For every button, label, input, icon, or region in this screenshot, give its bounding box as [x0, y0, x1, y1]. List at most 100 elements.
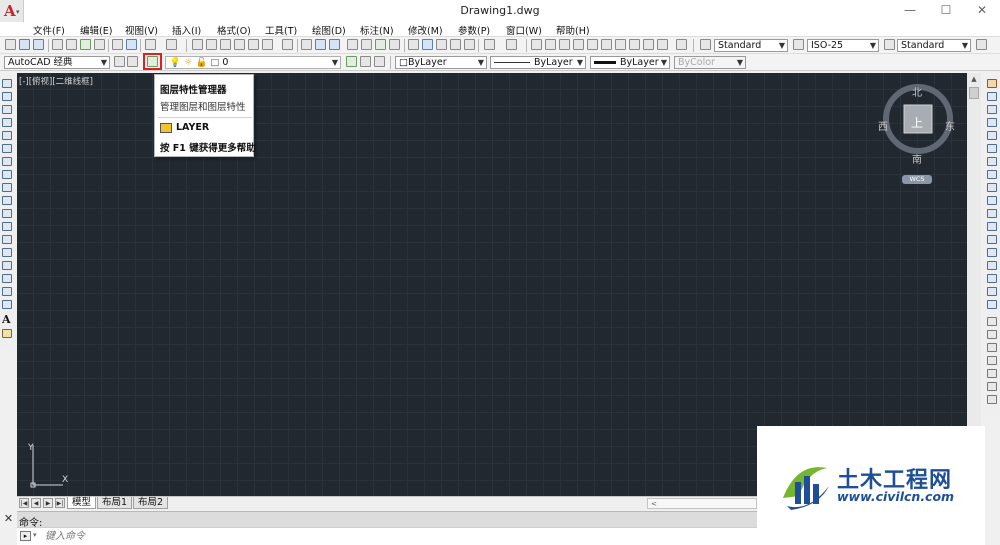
dim-style-select[interactable]: ISO-25 ▼: [807, 39, 879, 52]
table-style-icon[interactable]: [884, 39, 895, 50]
multiline-text-icon[interactable]: A: [2, 313, 11, 326]
draworder-back-icon[interactable]: [987, 330, 997, 339]
previous-layout-icon[interactable]: ◀: [31, 498, 41, 508]
insert-block-icon[interactable]: [2, 222, 12, 231]
zoom-previous-icon[interactable]: [573, 39, 584, 50]
compass-north-label[interactable]: 北: [912, 84, 922, 99]
save-icon[interactable]: [33, 39, 44, 50]
scroll-thumb[interactable]: [969, 87, 979, 99]
rotate-icon[interactable]: [987, 157, 997, 166]
join-icon[interactable]: [987, 248, 997, 257]
menu-view[interactable]: 视图(V): [125, 23, 158, 37]
line-icon[interactable]: [2, 79, 12, 88]
dim-style-icon[interactable]: [793, 39, 804, 50]
viewport-controls-label[interactable]: [-][俯视][二维线框]: [19, 75, 93, 87]
tab-layout2[interactable]: 布局2: [133, 497, 169, 509]
zoom-window-icon[interactable]: [559, 39, 570, 50]
add-selected-icon[interactable]: [2, 329, 12, 338]
menu-insert[interactable]: 插入(I): [172, 23, 201, 37]
zoom-realtime-icon[interactable]: [545, 39, 556, 50]
menu-edit[interactable]: 编辑(E): [80, 23, 112, 37]
tool-palettes-icon-2[interactable]: [615, 39, 626, 50]
help-icon-2[interactable]: [676, 39, 687, 50]
arc-icon[interactable]: [2, 144, 12, 153]
copy-icon-2[interactable]: [422, 39, 433, 50]
leaders-to-front-icon[interactable]: [987, 395, 997, 404]
polyline-icon[interactable]: [2, 105, 12, 114]
draworder-above-icon[interactable]: [987, 343, 997, 352]
color-select[interactable]: □ByLayer ▼: [395, 56, 487, 69]
match-properties-icon[interactable]: [450, 39, 461, 50]
point-icon[interactable]: [2, 248, 12, 257]
break-at-point-icon[interactable]: [987, 222, 997, 231]
tab-layout1[interactable]: 布局1: [97, 497, 133, 509]
lineweight-select[interactable]: ByLayer ▼: [590, 56, 670, 69]
tool-palettes-icon[interactable]: [220, 39, 231, 50]
polygon-icon[interactable]: [2, 118, 12, 127]
text-style-select[interactable]: Standard ▼: [714, 39, 788, 52]
break-icon[interactable]: [987, 235, 997, 244]
menu-parametric[interactable]: 参数(P): [458, 23, 490, 37]
layer-state-icon[interactable]: [374, 56, 385, 67]
save-icon-2[interactable]: [329, 39, 340, 50]
block-editor-icon[interactable]: [464, 39, 475, 50]
offset-icon[interactable]: [987, 118, 997, 127]
redo-icon-2[interactable]: [506, 39, 517, 50]
print-icon-2[interactable]: [347, 39, 358, 50]
scroll-left-icon[interactable]: <: [651, 499, 657, 509]
ellipse-icon[interactable]: [2, 196, 12, 205]
properties-icon[interactable]: [192, 39, 203, 50]
mirror-icon[interactable]: [987, 105, 997, 114]
menu-help[interactable]: 帮助(H): [556, 23, 590, 37]
print-preview-icon[interactable]: [66, 39, 77, 50]
ellipse-arc-icon[interactable]: [2, 209, 12, 218]
tab-model[interactable]: 模型: [67, 497, 97, 509]
erase-icon[interactable]: [987, 79, 997, 88]
copy-object-icon[interactable]: [987, 92, 997, 101]
recent-commands-icon[interactable]: ▾: [33, 531, 37, 539]
open-file-icon[interactable]: [19, 39, 30, 50]
quickcalc-icon-2[interactable]: [657, 39, 668, 50]
explode-icon[interactable]: [987, 300, 997, 309]
publish-icon-2[interactable]: [375, 39, 386, 50]
viewcube-top-face[interactable]: 上: [911, 114, 923, 131]
spline-icon[interactable]: [2, 183, 12, 192]
stretch-icon[interactable]: [987, 183, 997, 192]
fillet-icon[interactable]: [987, 274, 997, 283]
next-layout-icon[interactable]: ▶: [43, 498, 53, 508]
paste-icon[interactable]: [436, 39, 447, 50]
print-preview-icon-2[interactable]: [361, 39, 372, 50]
command-input[interactable]: [45, 529, 545, 544]
horizontal-scrollbar[interactable]: <: [647, 498, 757, 509]
layer-previous-icon[interactable]: [360, 56, 371, 67]
make-current-layer-icon[interactable]: [346, 56, 357, 67]
text-style-icon[interactable]: [700, 39, 711, 50]
table-style-select[interactable]: Standard ▼: [897, 39, 971, 52]
layer-select[interactable]: 💡 ☼ 🔓 □ 0 ▼: [165, 56, 341, 69]
hatch-icon[interactable]: [2, 261, 12, 270]
command-line-close-icon[interactable]: ✕: [2, 512, 15, 526]
gradient-icon[interactable]: [2, 274, 12, 283]
publish-icon[interactable]: [80, 39, 91, 50]
menu-format[interactable]: 格式(O): [217, 23, 251, 37]
extend-icon[interactable]: [987, 209, 997, 218]
redo-icon[interactable]: [166, 39, 177, 50]
print-icon[interactable]: [52, 39, 63, 50]
undo-icon-2[interactable]: [484, 39, 495, 50]
compass-east-label[interactable]: 东: [945, 118, 955, 133]
new-file-icon-2[interactable]: [301, 39, 312, 50]
sheet-set-icon[interactable]: [234, 39, 245, 50]
compass-south-label[interactable]: 南: [912, 151, 922, 166]
cut-icon[interactable]: [112, 39, 123, 50]
wcs-menu-badge[interactable]: WCS: [902, 175, 932, 184]
menu-tools[interactable]: 工具(T): [265, 23, 297, 37]
table-icon[interactable]: [2, 300, 12, 309]
dims-to-front-icon[interactable]: [987, 382, 997, 391]
circle-icon[interactable]: [2, 157, 12, 166]
design-center-icon[interactable]: [206, 39, 217, 50]
new-file-icon[interactable]: [5, 39, 16, 50]
workspace-settings-icon[interactable]: [114, 56, 125, 67]
customize-icon[interactable]: [127, 56, 138, 67]
move-icon[interactable]: [987, 144, 997, 153]
make-block-icon[interactable]: [2, 235, 12, 244]
